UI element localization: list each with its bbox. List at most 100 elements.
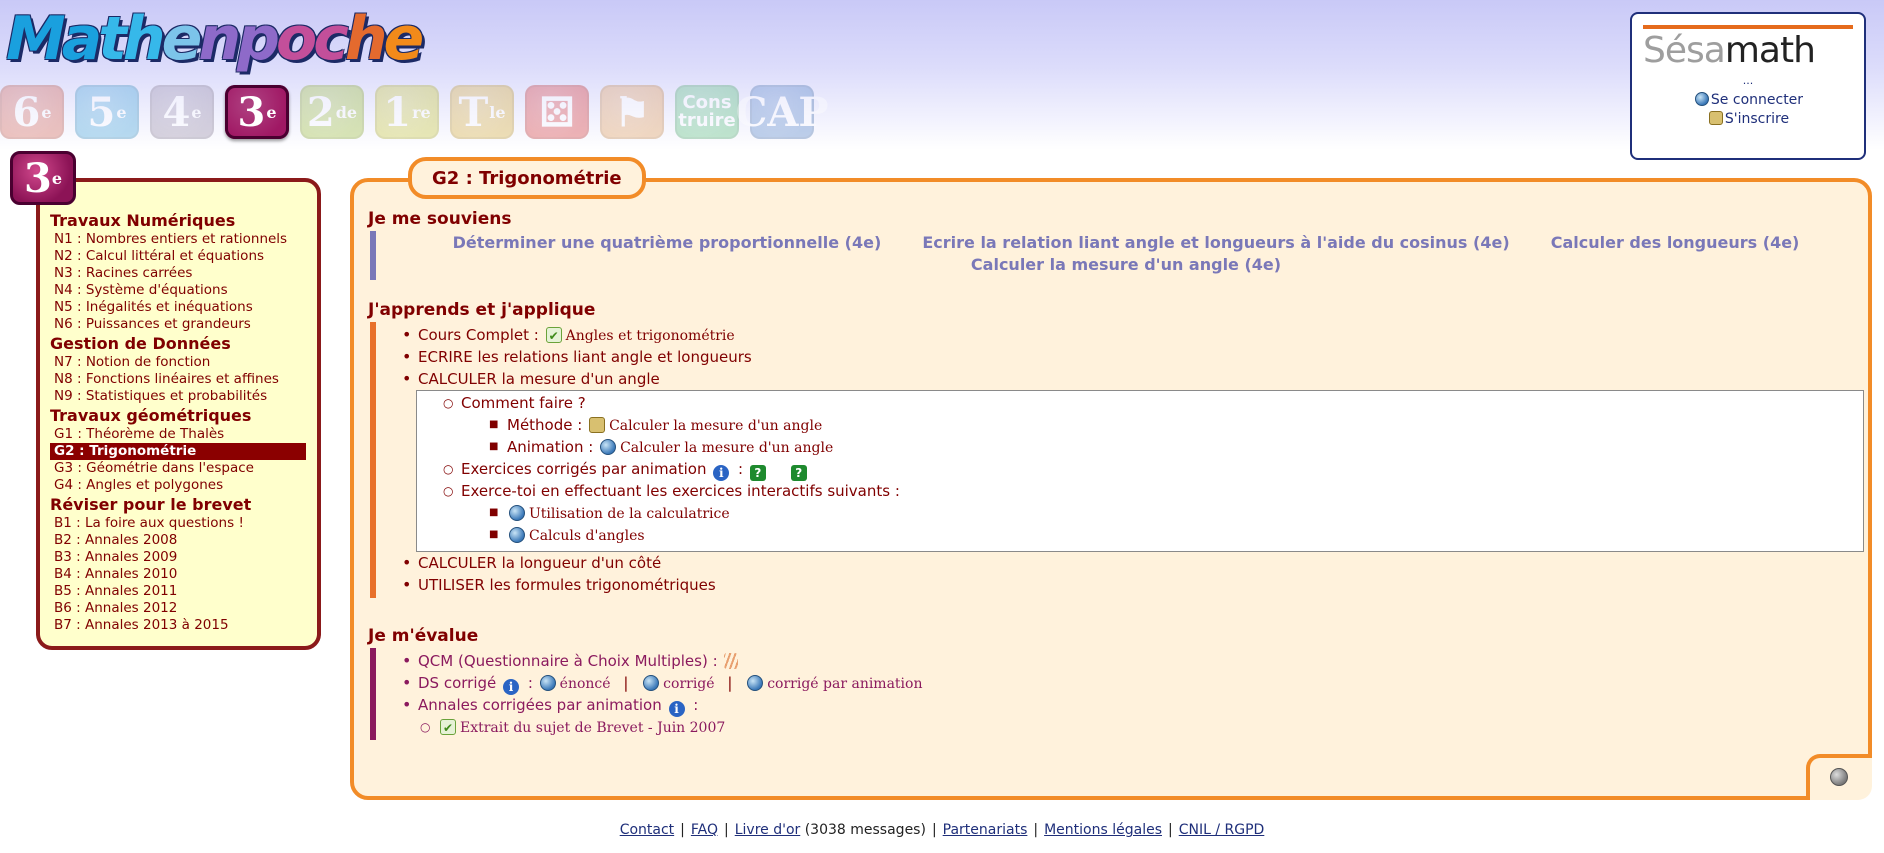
logo-letter: a [61,4,102,74]
sidebar-item[interactable]: G3 : Géométrie dans l'espace [50,460,306,477]
check-icon [545,325,562,347]
level-button-6[interactable]: Tle [450,85,514,139]
list-item-use-formulas[interactable]: UTILISER les formules trigonométriques [394,574,1858,596]
list-item-how-to: Comment faire ? [417,392,1863,414]
level-button-8[interactable]: ⚑ [600,85,664,139]
sesamath-panel: Sésamath ... Se connecter S'inscrire [1630,12,1866,160]
footer-faq-link[interactable]: FAQ [691,822,718,838]
level-button-3[interactable]: 3e [225,85,289,139]
learn-block: Cours Complet : Angles et trigonométrie … [370,322,1864,598]
sidebar-item[interactable]: G4 : Angles et polygones [50,477,306,494]
sidebar-item[interactable]: B7 : Annales 2013 à 2015 [50,617,306,634]
recall-link-cosinus[interactable]: Ecrire la relation liant angle et longue… [922,233,1509,252]
annales-2007-link[interactable]: Extrait du sujet de Brevet - Juin 2007 [460,720,725,736]
list-item-write-relations[interactable]: ECRIRE les relations liant angle et long… [394,346,1858,368]
recall-link-angle[interactable]: Calculer la mesure d'un angle (4e) [971,255,1281,274]
sidebar-item[interactable]: N6 : Puissances et grandeurs [50,316,306,333]
interactive-2-link[interactable]: Calculs d'angles [529,528,645,544]
level-button-label: 6 [12,88,41,136]
sidebar-item[interactable]: B2 : Annales 2008 [50,532,306,549]
method-label: Méthode : [507,416,583,434]
sidebar-item[interactable]: B1 : La foire aux questions ! [50,515,306,532]
level-button-label: 2 [306,88,335,136]
list-item-corrected: Exercices corrigés par animation i : ? ? [417,458,1863,481]
sidebar-item[interactable]: B5 : Annales 2011 [50,583,306,600]
info-icon[interactable]: i [713,465,730,481]
animation-link[interactable]: Calculer la mesure d'un angle [620,440,833,456]
sidebar-item[interactable]: N1 : Nombres entiers et rationnels [50,231,306,248]
level-badge-sup: e [51,168,63,188]
level-badge-3e: 3e [10,151,76,205]
login-link[interactable]: Se connecter [1632,92,1864,108]
sidebar-item[interactable]: N5 : Inégalités et inéquations [50,299,306,316]
ds-anim-link[interactable]: corrigé par animation [767,676,922,692]
ds-corrige-link[interactable]: corrigé [663,676,714,692]
level-button-2[interactable]: 4e [150,85,214,139]
ds-info-icon[interactable]: i [503,679,520,695]
sidebar-item[interactable]: N4 : Système d'équations [50,282,306,299]
recall-link-proportion[interactable]: Déterminer une quatrième proportionnelle… [453,233,882,252]
sidebar-item[interactable]: G2 : Trigonométrie [50,443,306,460]
method-link[interactable]: Calculer la mesure d'un angle [609,418,822,434]
sesamath-logo-part-1: Sésa [1643,30,1726,71]
level-button-label: T [458,88,489,136]
sesamath-logo[interactable]: Sésamath [1643,31,1853,71]
level-button-1[interactable]: 5e [75,85,139,139]
sidebar-item[interactable]: N2 : Calcul littéral et équations [50,248,306,265]
sidebar-item[interactable]: N8 : Fonctions linéaires et affines [50,371,306,388]
annales-info-icon[interactable]: i [668,701,685,717]
sesamath-dots: ... [1742,74,1754,87]
footer-contact-link[interactable]: Contact [620,822,674,838]
level-button-7[interactable]: ⚄ [525,85,589,139]
section-title-learn: J'apprends et j'applique [368,300,596,320]
signup-icon [1708,111,1723,125]
level-button-10[interactable]: CAP [736,85,828,139]
sidebar-item[interactable]: B3 : Annales 2009 [50,549,306,566]
logo-letter: n [198,4,241,74]
sidebar-item[interactable]: G1 : Théorème de Thalès [50,426,306,443]
separator: | [931,822,937,838]
sidebar-section-title: Réviser pour le brevet [50,495,252,514]
interactive-1-globe-icon [509,505,525,521]
ds-anim-globe-icon [747,675,764,691]
level-button-label: 1 [383,88,412,136]
list-item-calc-angle[interactable]: CALCULER la mesure d'un angle [394,368,1858,390]
footer-cnil-link[interactable]: CNIL / RGPD [1179,822,1265,838]
list-item-calc-side[interactable]: CALCULER la longueur d'un côté [394,552,1858,574]
interactive-1-link[interactable]: Utilisation de la calculatrice [529,506,730,522]
recall-links: Déterminer une quatrième proportionnelle… [394,231,1858,280]
exercise-2-icon[interactable]: ? [790,465,807,481]
level-button-9[interactable]: Cons truire [675,85,739,139]
sesamath-accent-bar [1643,25,1853,29]
level-button-sup: e [266,102,277,122]
logo-letter: M [6,4,66,74]
login-label: Se connecter [1710,92,1804,108]
list-item-animation: Animation : Calculer la mesure d'un angl… [417,436,1863,458]
ds-enonce-link[interactable]: énoncé [560,676,611,692]
sidebar-item[interactable]: N7 : Notion de fonction [50,354,306,371]
level-button-5[interactable]: 1 re [375,85,439,139]
level-button-label: 5 [87,88,116,136]
site-footer: Contact | FAQ | Livre d'or (3038 messages) | P… [0,822,1884,838]
annales-label: Annales corrigées par animation [418,696,662,714]
footer-partenariats-link[interactable]: Partenariats [943,822,1028,838]
list-item-annales: Annales corrigées par animation i : [394,694,1858,717]
footer-mentions-link[interactable]: Mentions légales [1044,822,1162,838]
signup-link[interactable]: S'inscrire [1632,111,1864,127]
sidebar-item[interactable]: N3 : Racines carrées [50,265,306,282]
globe-icon[interactable] [1830,768,1848,786]
level-button-0[interactable]: 6e [0,85,64,139]
separator: | [680,822,685,838]
course-link[interactable]: Angles et trigonométrie [566,328,735,344]
sidebar-item[interactable]: B4 : Annales 2010 [50,566,306,583]
qcm-label: QCM (Questionnaire à Choix Multiples) : [418,652,718,670]
qcm-icon[interactable] [724,653,739,669]
level-button-sup: re [412,102,431,122]
sidebar-item[interactable]: N9 : Statistiques et probabilités [50,388,306,405]
level-button-4[interactable]: 2 de [300,85,364,139]
footer-livre-link[interactable]: Livre d'or [735,822,801,838]
recall-link-longueurs[interactable]: Calculer des longueurs (4e) [1551,233,1800,252]
mathenpoche-logo[interactable]: Mathenpoche [6,2,424,76]
exercise-1-icon[interactable]: ? [749,465,766,481]
sidebar-item[interactable]: B6 : Annales 2012 [50,600,306,617]
